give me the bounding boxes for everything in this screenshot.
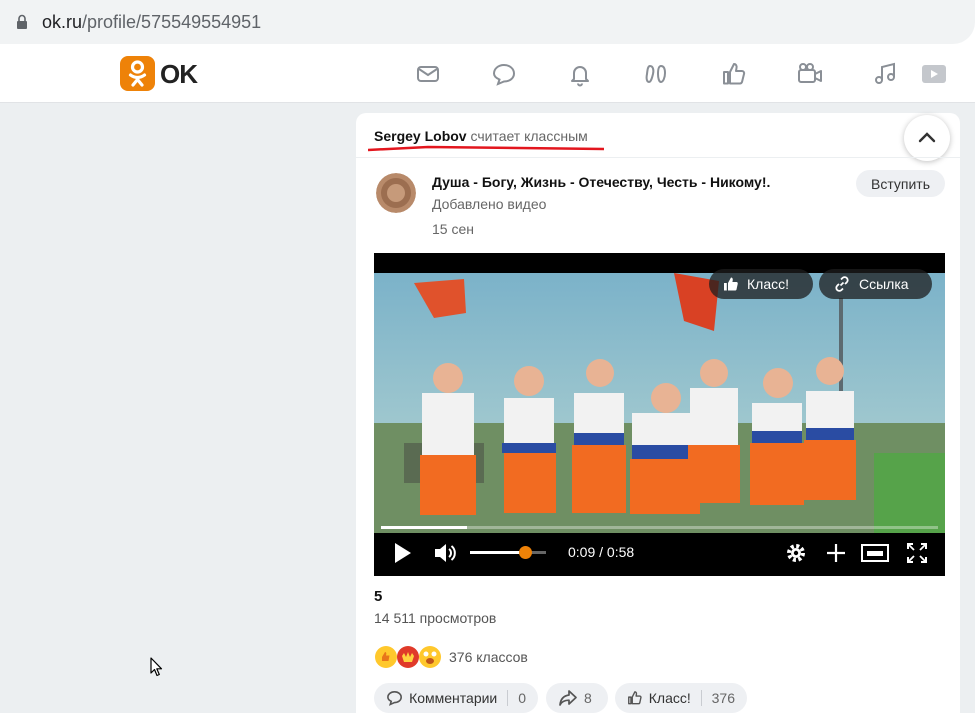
view-count: 14 511 просмотров bbox=[374, 610, 497, 626]
fullscreen-icon[interactable] bbox=[906, 541, 928, 565]
comments-count: 0 bbox=[518, 690, 526, 706]
klass-label: Класс! bbox=[648, 690, 691, 706]
theater-mode-icon[interactable] bbox=[860, 541, 890, 565]
share-arrow-icon bbox=[559, 690, 577, 706]
separator bbox=[700, 690, 702, 706]
separator bbox=[507, 690, 509, 706]
chat-icon[interactable] bbox=[490, 60, 518, 88]
video-link-button[interactable]: Ссылка bbox=[819, 269, 932, 299]
video-progress-fill bbox=[381, 526, 468, 529]
top-navigation: OK bbox=[0, 44, 975, 103]
guests-icon[interactable] bbox=[642, 60, 670, 88]
logo-text[interactable]: OK bbox=[160, 59, 198, 90]
browser-address-bar: ok.ru/profile/575549554951 bbox=[0, 0, 975, 44]
video-player[interactable]: Класс! Ссылка 0:09 / 0:58 bbox=[374, 253, 945, 576]
mail-icon[interactable] bbox=[414, 60, 442, 88]
video-time: 0:09 / 0:58 bbox=[568, 544, 635, 560]
volume-slider-fill bbox=[470, 551, 525, 554]
video-title[interactable]: 5 bbox=[374, 588, 382, 605]
share-count: 8 bbox=[584, 690, 592, 706]
feed-header: Sergey Lobov считает классным bbox=[374, 128, 588, 144]
play-icon[interactable] bbox=[392, 540, 414, 566]
klass-button[interactable]: Класс! 376 bbox=[615, 683, 747, 713]
group-avatar[interactable] bbox=[376, 173, 416, 213]
video-camera-icon[interactable] bbox=[796, 60, 824, 88]
video-play-icon[interactable] bbox=[918, 60, 948, 88]
url-field[interactable]: ok.ru/profile/575549554951 bbox=[0, 0, 975, 44]
video-klass-button[interactable]: Класс! bbox=[709, 269, 813, 299]
chevron-up-icon bbox=[918, 132, 936, 143]
video-klass-label: Класс! bbox=[747, 276, 789, 292]
link-icon bbox=[835, 276, 849, 292]
post-date[interactable]: 15 сен bbox=[432, 221, 474, 237]
ok-logo-icon[interactable] bbox=[120, 56, 155, 91]
video-link-label: Ссылка bbox=[859, 276, 909, 292]
feed-card: Sergey Lobov считает классным Душа - Бог… bbox=[356, 113, 960, 713]
divider bbox=[356, 157, 960, 158]
url-path: /profile/575549554951 bbox=[82, 12, 262, 32]
volume-icon[interactable] bbox=[432, 540, 458, 566]
klass-count: 376 bbox=[711, 690, 735, 706]
bell-icon[interactable] bbox=[566, 60, 594, 88]
comment-icon bbox=[387, 691, 402, 706]
group-name-link[interactable]: Душа - Богу, Жизнь - Отечеству, Честь - … bbox=[432, 174, 770, 190]
reaction-emojis-icon[interactable] bbox=[374, 644, 444, 670]
volume-slider[interactable] bbox=[470, 546, 546, 559]
like-icon[interactable] bbox=[720, 60, 748, 88]
share-button[interactable]: 8 bbox=[546, 683, 608, 713]
settings-gear-icon[interactable] bbox=[784, 541, 808, 565]
thumbs-up-icon bbox=[724, 277, 738, 291]
red-underline-annotation bbox=[368, 145, 604, 152]
join-button[interactable]: Вступить bbox=[856, 170, 945, 197]
video-progress-bar[interactable] bbox=[381, 526, 938, 529]
url-text: ok.ru/profile/575549554951 bbox=[42, 12, 261, 33]
music-icon[interactable] bbox=[872, 60, 900, 88]
url-host: ok.ru bbox=[42, 12, 83, 32]
comments-button[interactable]: Комментарии 0 bbox=[374, 683, 538, 713]
actor-action: считает классным bbox=[470, 128, 588, 144]
klass-summary[interactable]: 376 классов bbox=[449, 649, 528, 665]
video-controls: 0:09 / 0:58 bbox=[374, 535, 945, 571]
add-icon[interactable] bbox=[824, 541, 848, 565]
mouse-cursor-icon bbox=[150, 657, 163, 677]
added-video-text: Добавлено видео bbox=[432, 196, 547, 212]
lock-icon bbox=[17, 14, 27, 29]
actor-name-link[interactable]: Sergey Lobov bbox=[374, 128, 467, 144]
thumbs-up-icon bbox=[628, 691, 642, 705]
collapse-button[interactable] bbox=[904, 115, 950, 161]
volume-slider-handle[interactable] bbox=[518, 546, 532, 559]
comments-label: Комментарии bbox=[409, 690, 498, 706]
video-frame bbox=[374, 273, 945, 533]
